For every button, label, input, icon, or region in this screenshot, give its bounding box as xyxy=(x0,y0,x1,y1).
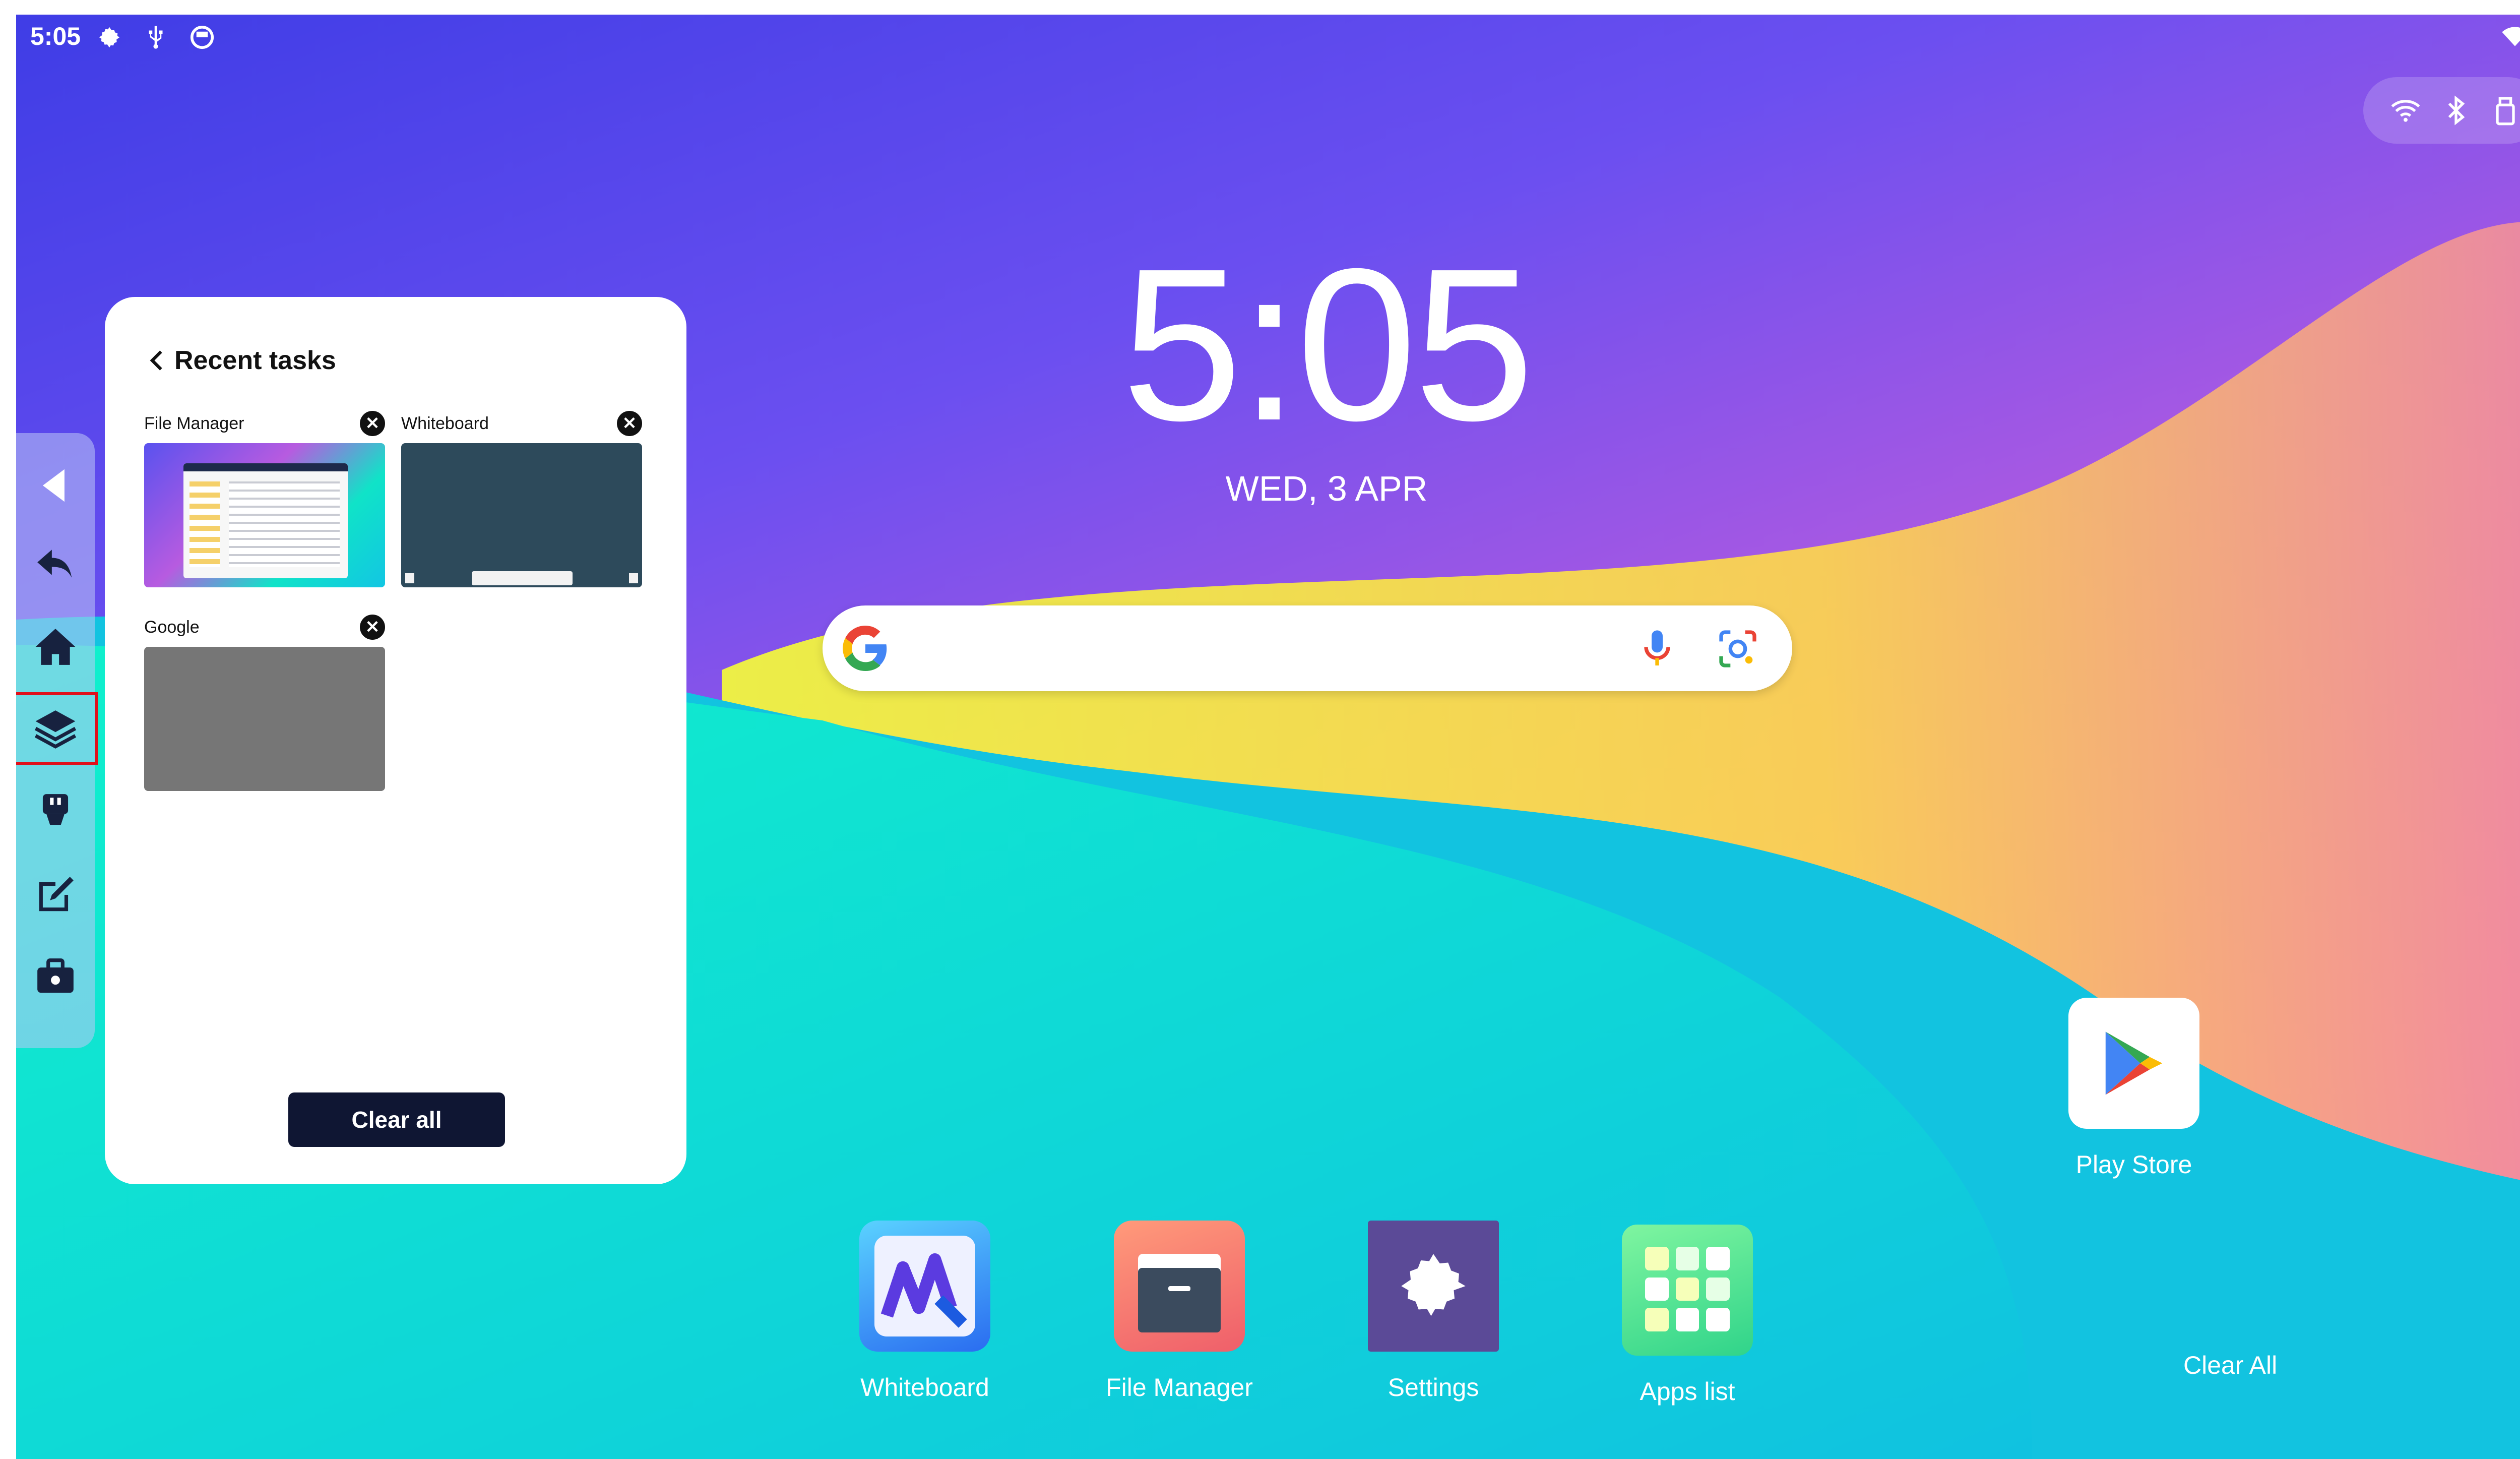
input-source-button[interactable] xyxy=(29,786,82,838)
clock-time[interactable]: 5:05 xyxy=(1100,236,1553,453)
collapse-sidebar-button[interactable] xyxy=(29,459,82,512)
dock-app-whiteboard[interactable]: Whiteboard xyxy=(844,1221,1005,1402)
layers-icon[interactable] xyxy=(34,707,77,750)
settings-gear-icon[interactable] xyxy=(1368,1221,1499,1352)
settings-label: Settings xyxy=(1388,1373,1479,1402)
clear-all-link[interactable]: Clear All xyxy=(2183,1351,2277,1380)
task-thumbnail[interactable] xyxy=(144,443,385,587)
apps-grid-icon[interactable] xyxy=(1622,1225,1753,1356)
whiteboard-toolbar-preview xyxy=(472,571,573,585)
status-time: 5:05 xyxy=(30,22,81,50)
google-g-icon xyxy=(843,626,887,671)
task-name: Whiteboard xyxy=(401,414,489,433)
mic-icon[interactable] xyxy=(1635,627,1679,671)
whiteboard-app-icon[interactable] xyxy=(859,1221,990,1352)
recent-tasks-button[interactable] xyxy=(16,692,98,765)
close-task-button[interactable]: ✕ xyxy=(360,411,385,436)
file-manager-label: File Manager xyxy=(1106,1373,1253,1402)
dock-app-apps-list[interactable]: Apps list xyxy=(1607,1225,1768,1406)
home-icon[interactable] xyxy=(34,625,77,668)
quick-settings-pill[interactable] xyxy=(2363,77,2520,144)
edit-note-icon[interactable] xyxy=(34,873,77,917)
recent-tasks-title: Recent tasks xyxy=(174,346,336,375)
task-thumbnail[interactable] xyxy=(144,647,385,791)
google-search-bar[interactable] xyxy=(823,605,1792,691)
back-arrow-icon[interactable] xyxy=(34,542,77,586)
back-button[interactable] xyxy=(29,538,82,590)
app-circle-icon xyxy=(190,25,214,49)
status-bar: 5:05 xyxy=(16,15,2520,60)
collapse-icon[interactable] xyxy=(34,464,77,507)
task-name: File Manager xyxy=(144,414,244,433)
wifi-icon xyxy=(2502,27,2520,46)
close-task-button[interactable]: ✕ xyxy=(360,615,385,640)
usb-storage-icon[interactable] xyxy=(2489,94,2520,127)
gear-icon xyxy=(99,27,120,48)
task-thumbnail[interactable] xyxy=(401,443,642,587)
recent-tasks-panel: Recent tasks File Manager ✕ Whiteboard ✕ xyxy=(105,297,686,1184)
lens-icon[interactable] xyxy=(1716,627,1760,671)
clock-date[interactable]: WED, 3 APR xyxy=(1100,468,1553,509)
clear-all-button[interactable]: Clear all xyxy=(288,1092,505,1147)
close-task-button[interactable]: ✕ xyxy=(617,411,642,436)
dock-app-settings[interactable]: Settings xyxy=(1353,1221,1514,1402)
hdmi-input-icon[interactable] xyxy=(34,791,77,834)
toolbox-icon[interactable] xyxy=(34,955,77,998)
home-button[interactable] xyxy=(29,621,82,673)
apps-list-label: Apps list xyxy=(1640,1377,1735,1406)
task-card[interactable]: Google ✕ xyxy=(144,615,385,791)
task-name: Google xyxy=(144,618,200,637)
file-manager-preview xyxy=(183,463,348,578)
task-card[interactable]: Whiteboard ✕ xyxy=(401,411,642,587)
wifi-icon[interactable] xyxy=(2389,94,2422,127)
usb-icon xyxy=(149,26,163,49)
play-store-label: Play Store xyxy=(2075,1150,2192,1179)
dock-app-file-manager[interactable]: File Manager xyxy=(1099,1221,1260,1402)
play-store-shortcut[interactable]: Play Store xyxy=(2053,998,2215,1179)
side-toolbar xyxy=(16,433,98,1048)
whiteboard-label: Whiteboard xyxy=(860,1373,989,1402)
task-card[interactable]: File Manager ✕ xyxy=(144,411,385,587)
play-store-icon[interactable] xyxy=(2068,998,2199,1129)
toolbox-button[interactable] xyxy=(29,950,82,1003)
chevron-left-icon[interactable] xyxy=(142,345,172,376)
annotate-button[interactable] xyxy=(29,869,82,921)
folder-icon[interactable] xyxy=(1114,1221,1245,1352)
android-home-screen: 5:05 5:05 WED, 3 APR Recent tasks File M… xyxy=(16,15,2520,1459)
bluetooth-icon[interactable] xyxy=(2440,94,2472,127)
